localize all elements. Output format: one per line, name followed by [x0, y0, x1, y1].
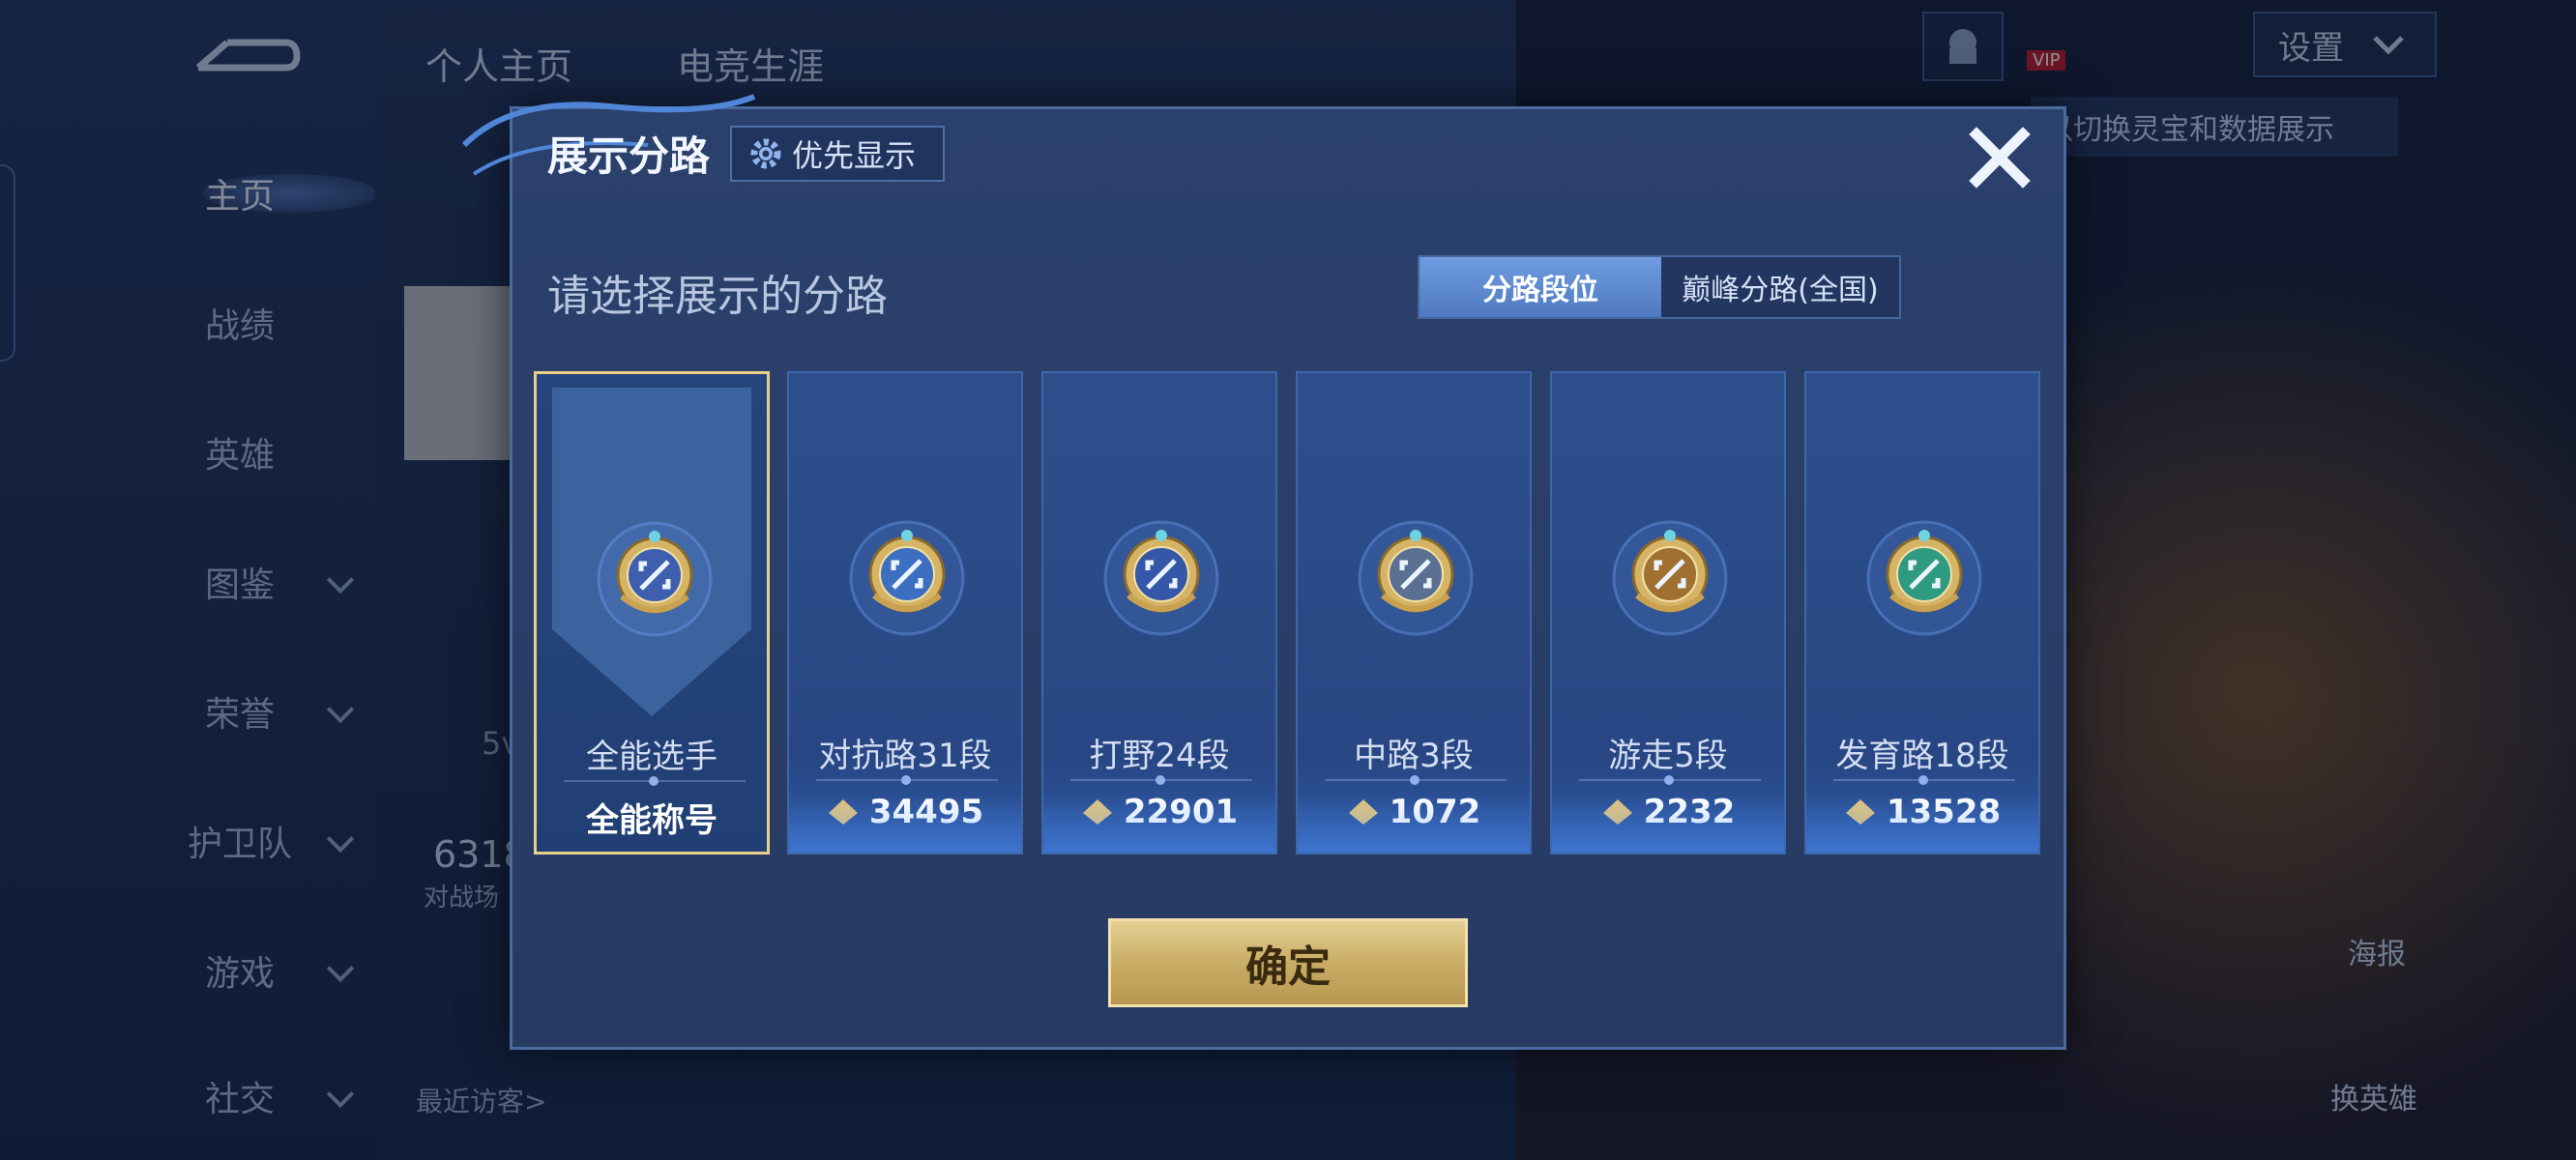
lane-name: 打野24段	[1089, 737, 1230, 775]
lane-card-roam[interactable]: 游走5段 2232	[1550, 371, 1786, 855]
close-icon[interactable]	[1963, 121, 2036, 194]
card-glow	[1806, 795, 2038, 853]
divider	[564, 776, 746, 786]
divider	[1579, 775, 1761, 785]
priority-display-label: 优先显示	[792, 137, 917, 174]
lane-name: 全能选手	[586, 738, 717, 776]
lane-name: 对抗路31段	[818, 737, 992, 775]
lane-name: 游走5段	[1608, 737, 1728, 775]
dialog-subtitle: 请选择展示的分路	[547, 272, 888, 321]
farm-lane-icon	[1866, 520, 1982, 636]
mid-lane-icon	[1358, 520, 1474, 636]
card-glow	[1298, 795, 1530, 853]
roam-icon	[1612, 520, 1728, 636]
card-glow	[789, 795, 1021, 853]
divider	[1070, 775, 1252, 785]
clash-lane-icon	[849, 520, 965, 636]
jungle-icon	[1103, 520, 1219, 636]
priority-display-button[interactable]: 优先显示	[730, 126, 945, 182]
dialog-title: 展示分路	[547, 132, 711, 180]
lane-card-clash[interactable]: 对抗路31段 34495	[787, 371, 1023, 855]
divider	[1325, 775, 1507, 785]
divider	[1833, 775, 2015, 785]
rank-type-toggle: 分路段位 巅峰分路(全国)	[1418, 255, 1901, 319]
card-glow	[1552, 795, 1784, 853]
lane-card-jungle[interactable]: 打野24段 22901	[1041, 371, 1277, 855]
lane-card-all-round[interactable]: 全能选手 全能称号	[534, 371, 770, 855]
lane-name: 中路3段	[1354, 737, 1474, 775]
tab-lane-rank[interactable]: 分路段位	[1420, 257, 1661, 317]
tab-peak-lane-national[interactable]: 巅峰分路(全国)	[1661, 257, 1899, 317]
lane-card-farm[interactable]: 发育路18段 13528	[1804, 371, 2040, 855]
gear-icon	[750, 138, 781, 169]
all-round-icon	[597, 521, 713, 637]
lane-name: 发育路18段	[1835, 737, 2009, 775]
confirm-button[interactable]: 确定	[1108, 918, 1468, 1007]
lane-card-list: 全能选手 全能称号 对抗路31段 34495 打野24段 22901 中路3段 …	[534, 371, 2042, 855]
divider	[816, 775, 998, 785]
lane-value: 全能称号	[586, 801, 717, 840]
lane-card-mid[interactable]: 中路3段 1072	[1296, 371, 1532, 855]
card-glow	[1043, 795, 1275, 853]
